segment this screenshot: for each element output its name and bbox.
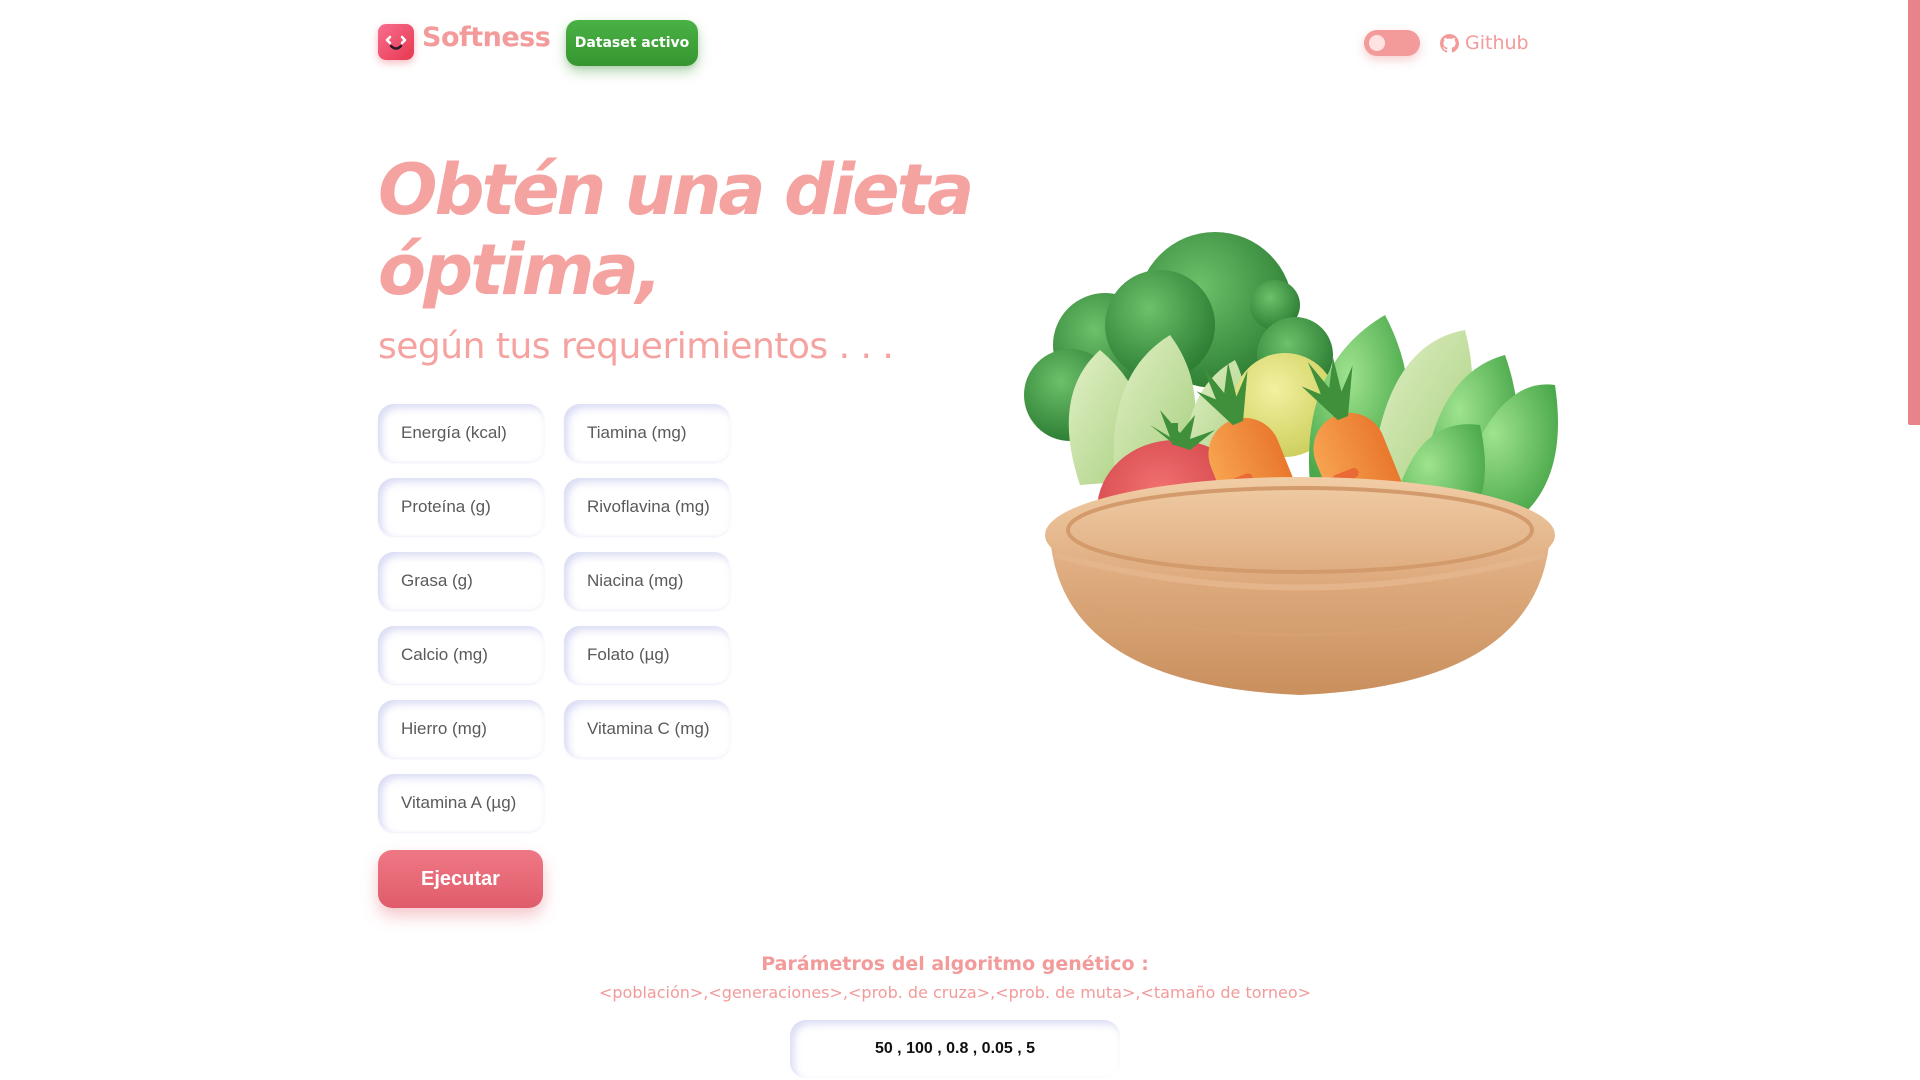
vegetable-basket-illustration [1024,232,1558,695]
scrollbar-thumb[interactable] [1908,0,1920,425]
brand-name[interactable]: Softness [422,22,551,53]
params-hint: <población>,<generaciones>,<prob. de cru… [598,983,1312,1002]
thiamine-input[interactable] [564,404,730,462]
niacin-input[interactable] [564,552,730,610]
github-icon [1440,33,1459,53]
toggle-knob [1369,35,1385,51]
params-title: Parámetros del algoritmo genético : [761,953,1149,975]
fat-input[interactable] [378,552,544,610]
dataset-active-button[interactable]: Dataset activo [566,20,698,66]
iron-input[interactable] [378,700,544,758]
github-label: Github [1465,32,1529,54]
hero-subtitle: según tus requerimientos . . . [378,326,894,367]
riboflavin-input[interactable] [564,478,730,536]
vitamin-c-input[interactable] [564,700,730,758]
vitamin-a-input[interactable] [378,774,544,832]
energy-input[interactable] [378,404,544,462]
github-link[interactable]: Github [1440,28,1529,58]
run-button[interactable]: Ejecutar [378,850,543,908]
theme-toggle[interactable] [1364,30,1420,56]
genetic-params-input[interactable] [790,1020,1120,1078]
page: Softness Dataset activo Github Obtén una… [0,0,1920,1080]
logo-icon[interactable] [378,24,414,60]
protein-input[interactable] [378,478,544,536]
hero-title: Obtén una dieta óptima, [378,149,974,311]
folate-input[interactable] [564,626,730,684]
calcium-input[interactable] [378,626,544,684]
